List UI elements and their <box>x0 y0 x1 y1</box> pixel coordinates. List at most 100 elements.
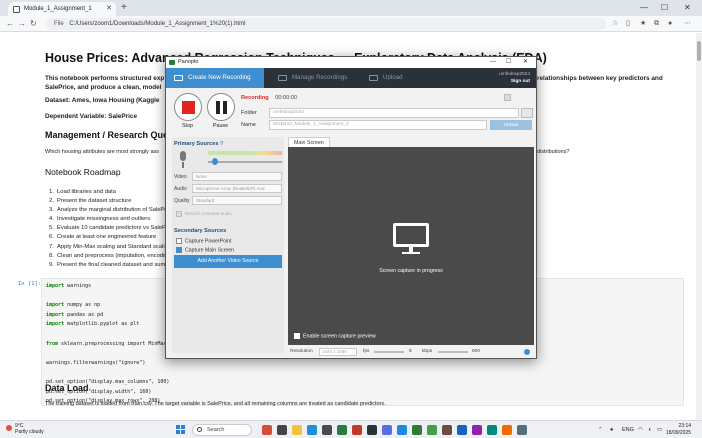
profile-icon[interactable]: ● <box>668 19 672 29</box>
add-video-source-button[interactable]: Add Another Video Source <box>174 255 282 268</box>
system-clock[interactable]: 23:14 18/09/2025 <box>666 423 691 437</box>
new-tab-icon[interactable]: + <box>121 1 127 15</box>
taskbar-app-icon[interactable] <box>412 425 422 435</box>
language-indicator[interactable]: ENG <box>622 425 634 435</box>
taskbar-app-icon[interactable] <box>382 425 392 435</box>
tray-overflow-icon[interactable]: ⌃ <box>598 425 603 435</box>
taskbar-app-icon[interactable] <box>397 425 407 435</box>
name-field[interactable]: MGB422_Module_1_Assignment_1 <box>269 120 487 130</box>
taskbar-app-icon[interactable] <box>487 425 497 435</box>
task-view-icon[interactable] <box>277 425 287 435</box>
folder-browse-button[interactable] <box>521 108 533 118</box>
collections-icon[interactable]: ⧉ <box>654 19 659 29</box>
folder-field[interactable]: umfedrap2024 <box>269 108 519 118</box>
back-icon[interactable]: ← <box>6 18 14 30</box>
file-icon <box>13 6 20 13</box>
tab-manage-recordings[interactable]: Manage Recordings <box>270 68 358 88</box>
close-tab-icon[interactable]: ✕ <box>106 2 112 16</box>
taskbar-app-icon[interactable] <box>442 425 452 435</box>
address-bar[interactable]: File C:/Users/zoom1/Downloads/Module_1_A… <box>46 18 606 30</box>
taskbar-app-icon[interactable] <box>337 425 347 435</box>
favorites-icon[interactable]: ★ <box>640 19 646 29</box>
browser-tab[interactable]: Module_1_Assignment_1 ✕ <box>8 2 116 16</box>
volume-icon[interactable]: ◖ <box>648 425 651 435</box>
edge-icon[interactable] <box>307 425 317 435</box>
sign-out-link[interactable]: Sign out <box>499 78 530 85</box>
forward-icon[interactable]: → <box>18 18 26 30</box>
taskbar-app-icon[interactable] <box>322 425 332 435</box>
list-item: 8. Clean and preprocess (imputation, enco… <box>49 252 168 259</box>
weather-condition: Partly cloudy <box>15 429 44 435</box>
panopto-window: Panopto — ☐ ✕ Create New Recording Manag… <box>165 56 537 359</box>
taskbar-app-icon[interactable] <box>472 425 482 435</box>
recording-status: Recording 00:00:00 <box>241 95 297 101</box>
video-select[interactable]: None <box>192 172 282 181</box>
upload-button[interactable]: Upload <box>490 120 532 130</box>
intro-text-right: relationships between key predictors and <box>537 75 663 82</box>
option-checkbox[interactable] <box>504 94 511 101</box>
help-icon[interactable]: ? <box>220 141 223 147</box>
battery-icon[interactable]: ▭ <box>657 425 662 435</box>
preview-message: Screen capture in progress <box>379 268 443 274</box>
fps-slider[interactable] <box>374 351 404 353</box>
sources-panel: Primary Sources ? Video None Audio Micro… <box>172 137 284 353</box>
minimize-icon[interactable]: — <box>490 57 496 68</box>
kbps-slider[interactable] <box>438 351 468 353</box>
tab-create-recording[interactable]: Create New Recording <box>166 68 264 88</box>
url-text: C:/Users/zoom1/Downloads/Module_1_Assign… <box>69 21 246 27</box>
weather-icon <box>6 425 12 431</box>
capture-powerpoint-checkbox[interactable]: Capture PowerPoint <box>176 238 231 244</box>
screen-preview: Screen capture in progress Enable screen… <box>288 147 534 345</box>
enable-preview-checkbox[interactable]: Enable screen capture preview <box>294 333 376 339</box>
audio-gain-handle[interactable] <box>212 158 219 165</box>
cell-prompt: In [1]: <box>18 281 42 287</box>
list-item: 6. Create at least one engineered feature <box>49 234 157 241</box>
maximize-icon[interactable]: ☐ <box>661 1 668 15</box>
wifi-icon[interactable]: ◠ <box>638 425 643 435</box>
file-explorer-icon[interactable] <box>292 425 302 435</box>
quality-select[interactable]: Standard <box>192 196 282 205</box>
tab-label: Upload <box>383 74 403 81</box>
close-window-icon[interactable]: ✕ <box>684 1 691 15</box>
star-icon[interactable]: ☆ <box>612 19 618 29</box>
tray-app-icon[interactable]: ● <box>610 425 613 435</box>
start-button[interactable] <box>176 425 185 434</box>
taskbar-app-icon[interactable] <box>352 425 362 435</box>
stop-icon <box>182 101 195 114</box>
record-computer-audio-checkbox[interactable]: Record computer audio <box>176 211 232 217</box>
help-icon[interactable] <box>524 349 530 355</box>
capture-main-screen-checkbox[interactable]: Capture Main Screen <box>176 247 234 253</box>
pause-button[interactable] <box>207 93 235 121</box>
resolution-select[interactable]: 1920 x 1080 <box>319 348 357 356</box>
taskbar-app-icon[interactable] <box>517 425 527 435</box>
secondary-sources-heading: Secondary Sources <box>174 228 227 234</box>
taskbar-app-icon[interactable] <box>262 425 272 435</box>
menu-icon[interactable]: ⋯ <box>684 19 691 29</box>
split-screen-icon[interactable]: ▯ <box>626 19 630 29</box>
panopto-titlebar: Panopto — ☐ ✕ <box>166 57 536 68</box>
panopto-taskbar-icon[interactable] <box>427 425 437 435</box>
page-scrollbar[interactable] <box>696 33 702 420</box>
taskbar: 9°C Partly cloudy Search ⌃ ● ENG ◠ ◖ ▭ 2… <box>0 420 702 438</box>
close-window-icon[interactable]: ✕ <box>523 57 528 68</box>
tab-main-screen[interactable]: Main Screen <box>288 137 330 147</box>
data-load-heading: Data Load <box>45 383 89 393</box>
maximize-icon[interactable]: ☐ <box>506 57 511 68</box>
list-item: 9. Present the final cleaned dataset and … <box>49 261 171 268</box>
stop-button[interactable] <box>174 93 202 121</box>
taskbar-search[interactable]: Search <box>192 424 252 436</box>
minimize-icon[interactable]: — <box>640 1 648 15</box>
reload-icon[interactable]: ↻ <box>30 18 37 30</box>
address-toolbar: ← → ↻ File C:/Users/zoom1/Downloads/Modu… <box>0 16 702 32</box>
taskbar-app-icon[interactable] <box>367 425 377 435</box>
audio-gain-slider[interactable] <box>208 161 282 163</box>
tab-upload[interactable]: Upload <box>361 68 421 88</box>
audio-select[interactable]: Microphone Array (Realtek(R) Aud <box>192 184 282 193</box>
taskbar-app-icon[interactable] <box>457 425 467 435</box>
code-line: from sklearn.preprocessing import MinMax… <box>46 340 170 347</box>
scrollbar-thumb[interactable] <box>697 41 701 61</box>
taskbar-app-icon[interactable] <box>502 425 512 435</box>
data-load-text: The training dataset is loaded from trai… <box>45 401 386 407</box>
